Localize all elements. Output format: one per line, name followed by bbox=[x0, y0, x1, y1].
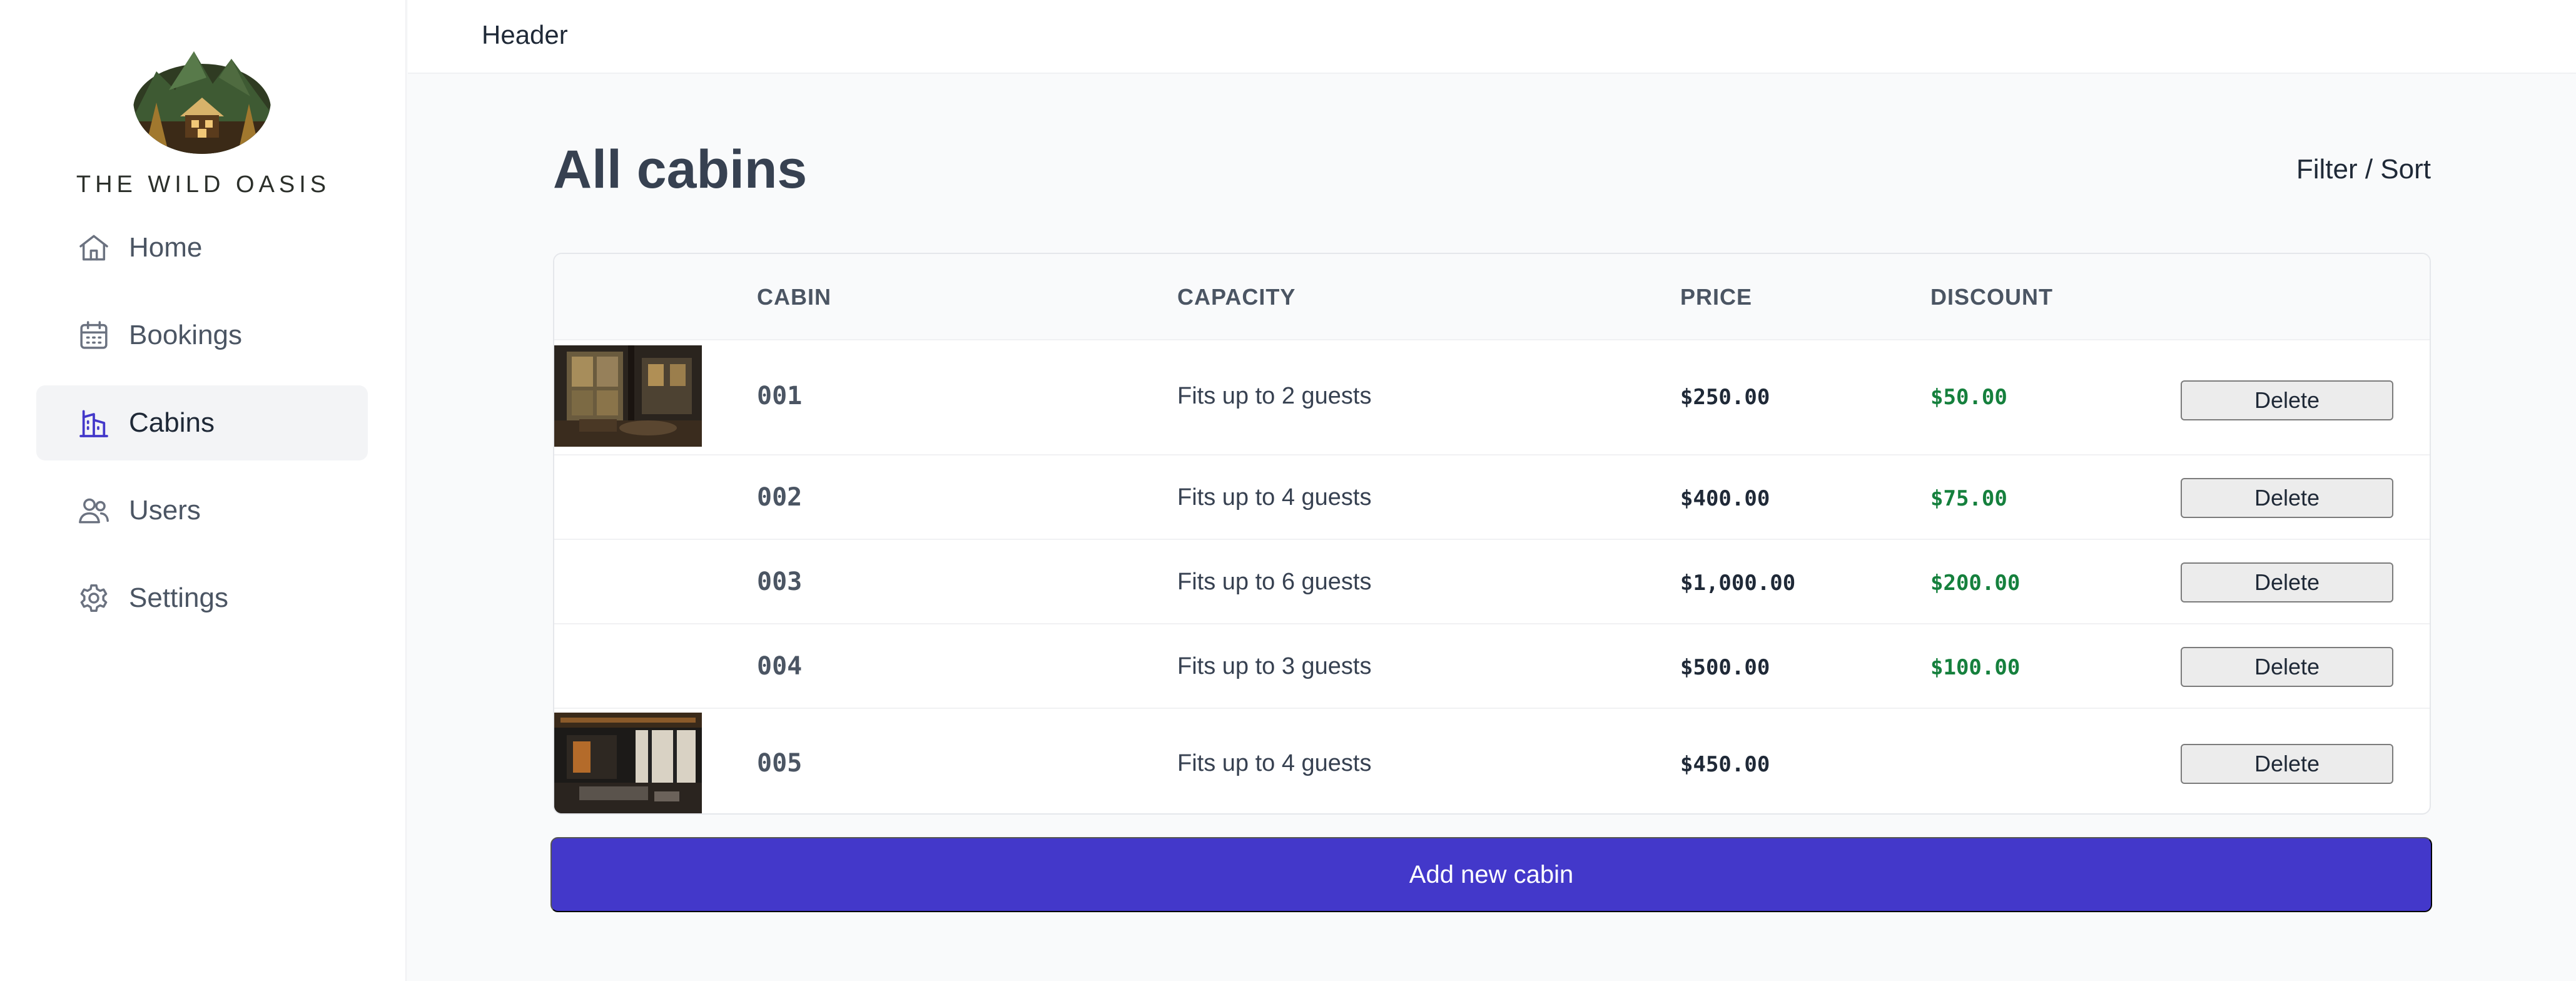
filter-sort[interactable]: Filter / Sort bbox=[2296, 154, 2431, 185]
table-header: CABIN CAPACITY PRICE DISCOUNT bbox=[554, 254, 2430, 340]
add-new-cabin-button[interactable]: Add new cabin bbox=[550, 837, 2432, 912]
users-icon bbox=[76, 493, 111, 528]
cabin-price: $500.00 bbox=[1680, 655, 1770, 680]
sidebar-item-label: Settings bbox=[129, 582, 228, 613]
sidebar-item-bookings[interactable]: Bookings bbox=[36, 298, 368, 373]
table-row: 004 Fits up to 3 guests $500.00 $100.00 … bbox=[554, 624, 2430, 709]
page-title: All cabins bbox=[553, 140, 808, 200]
cabin-price: $250.00 bbox=[1680, 385, 1770, 410]
logo bbox=[131, 46, 273, 154]
table-row: 003 Fits up to 6 guests $1,000.00 $200.0… bbox=[554, 540, 2430, 624]
brand-name: THE WILD OASIS bbox=[76, 171, 331, 198]
header: Header bbox=[408, 0, 2576, 74]
cabins-table: CABIN CAPACITY PRICE DISCOUNT 001 Fits u… bbox=[553, 253, 2431, 815]
sidebar-item-home[interactable]: Home bbox=[36, 210, 368, 285]
cabin-discount: $75.00 bbox=[1930, 486, 2007, 511]
sidebar-item-cabins[interactable]: Cabins bbox=[36, 385, 368, 460]
cabin-capacity: Fits up to 2 guests bbox=[1177, 383, 1372, 409]
cabin-icon bbox=[76, 405, 111, 440]
delete-button[interactable]: Delete bbox=[2181, 647, 2393, 687]
cabin-price: $1,000.00 bbox=[1680, 571, 1796, 596]
cabin-name: 003 bbox=[757, 567, 803, 596]
header-title: Header bbox=[482, 20, 568, 49]
cabin-price: $450.00 bbox=[1680, 752, 1770, 777]
cabin-capacity: Fits up to 3 guests bbox=[1177, 653, 1372, 679]
delete-button[interactable]: Delete bbox=[2181, 562, 2393, 602]
sidebar-item-label: Bookings bbox=[129, 320, 243, 350]
cabin-capacity: Fits up to 4 guests bbox=[1177, 750, 1372, 776]
cabin-name: 004 bbox=[757, 652, 803, 681]
table-row: 005 Fits up to 4 guests $450.00 Delete bbox=[554, 709, 2430, 813]
sidebar-item-label: Cabins bbox=[129, 407, 215, 438]
cabin-image bbox=[554, 345, 702, 447]
cabin-image bbox=[554, 713, 702, 813]
sidebar-item-settings[interactable]: Settings bbox=[36, 561, 368, 636]
cabin-discount: $50.00 bbox=[1930, 385, 2007, 410]
cabin-discount: $100.00 bbox=[1930, 655, 2021, 680]
cabin-name: 002 bbox=[757, 483, 803, 512]
cabin-capacity: Fits up to 6 guests bbox=[1177, 569, 1372, 595]
cabin-capacity: Fits up to 4 guests bbox=[1177, 484, 1372, 511]
cabin-name: 001 bbox=[757, 382, 803, 410]
cabin-discount: $200.00 bbox=[1930, 571, 2021, 596]
cabin-price: $400.00 bbox=[1680, 486, 1770, 511]
sidebar-item-label: Users bbox=[129, 495, 201, 526]
sidebar: THE WILD OASIS Home Bookings Cabins User… bbox=[0, 0, 407, 981]
sidebar-nav: Home Bookings Cabins Users Settings bbox=[36, 210, 368, 648]
column-header-price: PRICE bbox=[1680, 284, 1753, 310]
delete-button[interactable]: Delete bbox=[2181, 744, 2393, 784]
sidebar-item-users[interactable]: Users bbox=[36, 473, 368, 548]
column-header-capacity: CAPACITY bbox=[1177, 284, 1296, 310]
calendar-icon bbox=[76, 318, 111, 353]
delete-button[interactable]: Delete bbox=[2181, 380, 2393, 420]
gear-icon bbox=[76, 581, 111, 616]
table-row: 002 Fits up to 4 guests $400.00 $75.00 D… bbox=[554, 455, 2430, 540]
delete-button[interactable]: Delete bbox=[2181, 478, 2393, 518]
cabin-name: 005 bbox=[757, 749, 803, 778]
column-header-discount: DISCOUNT bbox=[1930, 284, 2053, 310]
column-header-cabin: CABIN bbox=[757, 284, 831, 310]
home-icon bbox=[76, 230, 111, 265]
sidebar-item-label: Home bbox=[129, 232, 203, 263]
table-row: 001 Fits up to 2 guests $250.00 $50.00 D… bbox=[554, 345, 2430, 455]
